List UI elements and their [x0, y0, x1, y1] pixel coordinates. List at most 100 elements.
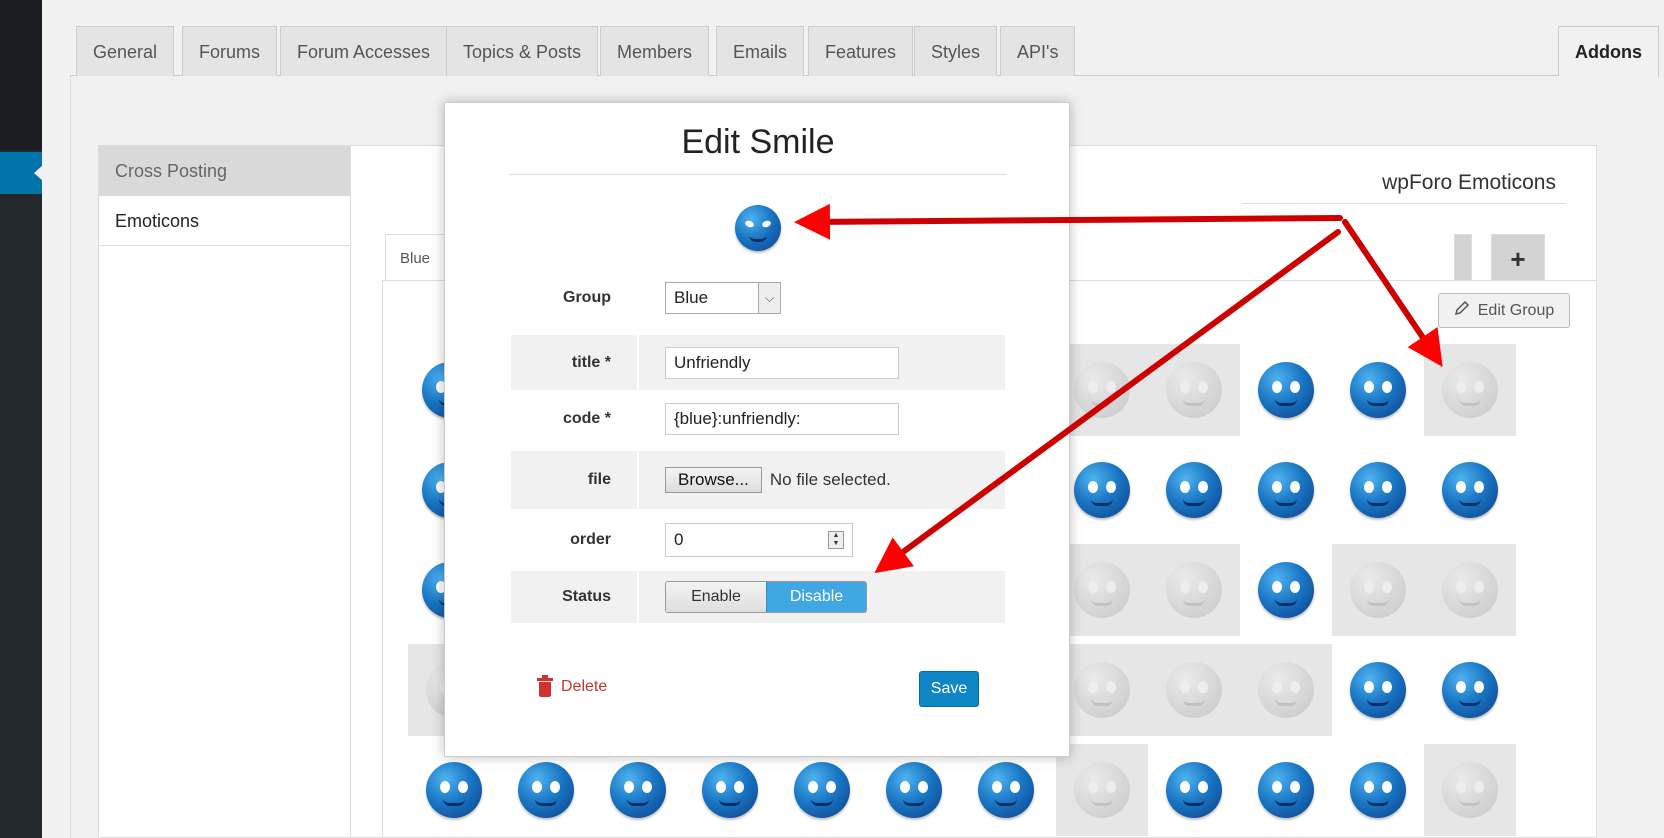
- emoticon-cell-disabled[interactable]: [1148, 544, 1240, 636]
- emoticon-cell[interactable]: [1332, 344, 1424, 436]
- smiley-icon: [1350, 662, 1406, 718]
- status-label: Status: [511, 571, 637, 623]
- smiley-icon: [1258, 462, 1314, 518]
- add-group-button[interactable]: +: [1491, 234, 1545, 282]
- emoticon-cell[interactable]: [592, 744, 684, 836]
- emoticon-cell[interactable]: [1240, 344, 1332, 436]
- smiley-icon: [1350, 362, 1406, 418]
- smiley-icon: [1442, 462, 1498, 518]
- code-label: code *: [562, 409, 611, 427]
- group-tab-blue[interactable]: Blue: [385, 234, 446, 282]
- smiley-icon: [1442, 362, 1498, 418]
- order-label: order: [570, 531, 611, 548]
- order-input[interactable]: 0 ▲ ▼: [665, 523, 853, 557]
- smiley-icon: [1166, 462, 1222, 518]
- smiley-icon: [1166, 562, 1222, 618]
- emoticon-cell[interactable]: [776, 744, 868, 836]
- tab-features[interactable]: Features: [808, 26, 914, 76]
- smiley-icon: [794, 762, 850, 818]
- status-enable-option[interactable]: Enable: [666, 582, 766, 612]
- tab-forum-accesses[interactable]: Forum Accesses: [280, 26, 448, 76]
- emoticon-cell[interactable]: [1332, 644, 1424, 736]
- smiley-icon: [1074, 762, 1130, 818]
- smiley-icon: [1074, 362, 1130, 418]
- emoticon-cell[interactable]: [1424, 444, 1516, 536]
- pencil-icon: [1454, 300, 1470, 321]
- smiley-icon: [1350, 762, 1406, 818]
- emoticon-cell[interactable]: [960, 744, 1052, 836]
- group-select[interactable]: Blue ⌵: [665, 282, 781, 314]
- smiley-icon: [1258, 562, 1314, 618]
- smiley-icon: [978, 762, 1034, 818]
- tab-forums[interactable]: Forums: [182, 26, 278, 76]
- emoticon-cell[interactable]: [1148, 444, 1240, 536]
- status-toggle: Enable Disable: [665, 581, 867, 613]
- smiley-icon: [1258, 762, 1314, 818]
- smiley-icon: [1166, 662, 1222, 718]
- smiley-icon: [886, 762, 942, 818]
- emoticon-cell[interactable]: [500, 744, 592, 836]
- subnav-item-cross-posting[interactable]: Cross Posting: [99, 146, 350, 196]
- smile-preview: [735, 205, 781, 251]
- smiley-icon: [702, 762, 758, 818]
- smiley-icon: [1074, 562, 1130, 618]
- stepper-icon[interactable]: ▲ ▼: [828, 531, 844, 549]
- tab-apis[interactable]: API's: [1000, 26, 1076, 76]
- smiley-icon: [1258, 662, 1314, 718]
- file-status: No file selected.: [769, 470, 891, 489]
- code-input[interactable]: {blue}:unfriendly:: [665, 402, 899, 435]
- smiley-icon: [1166, 762, 1222, 818]
- status-disable-option[interactable]: Disable: [766, 582, 866, 612]
- smiley-icon: [1074, 462, 1130, 518]
- emoticon-cell[interactable]: [1240, 444, 1332, 536]
- smiley-icon: [518, 762, 574, 818]
- emoticon-cell[interactable]: [868, 744, 960, 836]
- delete-button[interactable]: Delete: [537, 675, 607, 697]
- emoticon-cell[interactable]: [1240, 544, 1332, 636]
- tab-addons[interactable]: Addons: [1558, 26, 1659, 77]
- group-tab-hidden[interactable]: [1454, 234, 1472, 282]
- edit-group-button[interactable]: Edit Group: [1438, 293, 1570, 328]
- save-button[interactable]: Save: [919, 671, 979, 707]
- smiley-icon: [1350, 562, 1406, 618]
- emoticon-cell[interactable]: [1332, 444, 1424, 536]
- unfriendly-smiley-icon: [735, 205, 781, 251]
- tab-emails[interactable]: Emails: [716, 26, 805, 76]
- emoticon-cell-disabled[interactable]: [1056, 744, 1148, 836]
- tab-topics-posts[interactable]: Topics & Posts: [446, 26, 599, 76]
- emoticon-cell[interactable]: [684, 744, 776, 836]
- admin-sidebar-active-item[interactable]: [0, 152, 43, 194]
- admin-sidebar-top: [0, 0, 42, 150]
- file-row: file Browse... No file selected.: [511, 451, 1005, 509]
- emoticon-cell[interactable]: [1332, 744, 1424, 836]
- admin-sidebar: [0, 0, 43, 838]
- emoticon-cell-disabled[interactable]: [1148, 644, 1240, 736]
- smiley-icon: [1442, 562, 1498, 618]
- emoticon-cell-disabled[interactable]: [1424, 544, 1516, 636]
- title-label: title *: [511, 335, 637, 390]
- emoticon-cell[interactable]: [1424, 644, 1516, 736]
- addon-title: wpForo Emoticons: [1242, 171, 1566, 204]
- emoticon-cell-disabled[interactable]: [1424, 744, 1516, 836]
- edit-group-label: Edit Group: [1477, 301, 1555, 319]
- smiley-icon: [1258, 362, 1314, 418]
- emoticon-cell-disabled[interactable]: [1148, 344, 1240, 436]
- browse-button[interactable]: Browse...: [665, 467, 762, 493]
- order-value: 0: [674, 530, 684, 549]
- tab-styles[interactable]: Styles: [914, 26, 998, 76]
- smiley-icon: [1442, 662, 1498, 718]
- group-row: Group Blue ⌵: [511, 271, 1005, 325]
- emoticon-cell[interactable]: [1148, 744, 1240, 836]
- emoticon-cell-disabled[interactable]: [1332, 544, 1424, 636]
- emoticon-cell-disabled[interactable]: [1240, 644, 1332, 736]
- smiley-icon: [610, 762, 666, 818]
- tab-members[interactable]: Members: [600, 26, 710, 76]
- title-input[interactable]: Unfriendly: [665, 346, 899, 379]
- smiley-icon: [1442, 762, 1498, 818]
- tab-general[interactable]: General: [76, 26, 175, 76]
- emoticon-cell[interactable]: [1240, 744, 1332, 836]
- emoticon-cell-disabled[interactable]: [1424, 344, 1516, 436]
- smiley-icon: [1350, 462, 1406, 518]
- subnav-item-emoticons[interactable]: Emoticons: [99, 196, 350, 246]
- emoticon-cell[interactable]: [408, 744, 500, 836]
